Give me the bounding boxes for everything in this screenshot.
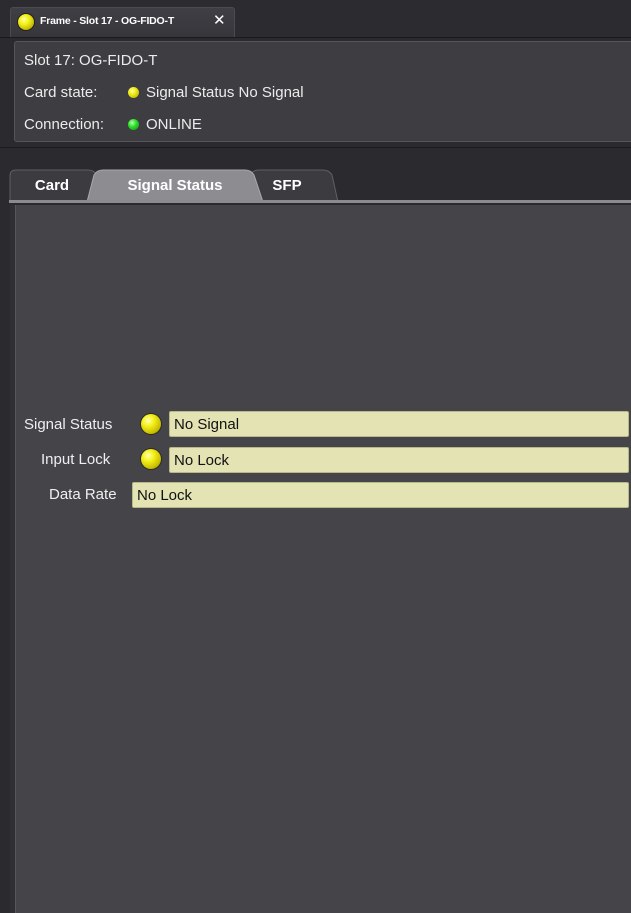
signal-status-led-icon [141, 414, 161, 434]
status-led-icon [18, 14, 34, 30]
slot-title: Slot 17: OG-FIDO-T [24, 52, 158, 69]
signal-status-panel [10, 205, 631, 913]
connection-label: Connection: [24, 116, 105, 133]
card-state-label: Card state: [24, 84, 98, 101]
tab-underline [9, 200, 631, 203]
panel-edge [15, 205, 16, 913]
connection-led-icon [128, 119, 139, 130]
connection-value: ONLINE [146, 116, 202, 133]
card-info-panel: Slot 17: OG-FIDO-T Card state: Signal St… [14, 41, 631, 142]
input-lock-label: Input Lock [41, 451, 111, 468]
close-icon[interactable]: ✕ [213, 11, 226, 29]
window-tab-strip: Frame - Slot 17 - OG-FIDO-T ✕ [0, 0, 631, 38]
app-window: Frame - Slot 17 - OG-FIDO-T ✕ Slot 17: O… [0, 0, 631, 913]
input-lock-led-icon [141, 449, 161, 469]
data-rate-label: Data Rate [49, 486, 117, 503]
panel-divider [0, 147, 631, 148]
section-tab-bar: Card SFP Signal Status [0, 160, 631, 204]
card-state-led-icon [128, 87, 139, 98]
window-tab-title: Frame - Slot 17 - OG-FIDO-T [40, 15, 175, 27]
tab-signal-status[interactable]: Signal Status [86, 168, 264, 202]
data-rate-field: No Lock [132, 482, 629, 508]
window-tab-frame-slot-17[interactable]: Frame - Slot 17 - OG-FIDO-T ✕ [10, 7, 235, 37]
tab-signal-status-label: Signal Status [127, 177, 223, 194]
signal-status-field: No Signal [169, 411, 629, 437]
input-lock-field: No Lock [169, 447, 629, 473]
signal-status-label: Signal Status [24, 416, 113, 433]
card-state-value: Signal Status No Signal [146, 84, 304, 101]
